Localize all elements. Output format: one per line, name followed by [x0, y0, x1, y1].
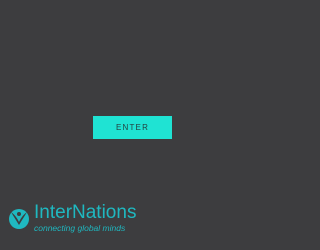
internations-logo: InterNations connecting global minds	[8, 202, 168, 235]
logo-tagline: connecting global minds	[34, 223, 126, 233]
logo-name: InterNations	[34, 202, 137, 223]
bird-icon	[9, 209, 29, 229]
enter-button[interactable]: ENTER	[93, 116, 172, 139]
splash-screen: ENTER InterNations connecting global min…	[0, 0, 250, 250]
